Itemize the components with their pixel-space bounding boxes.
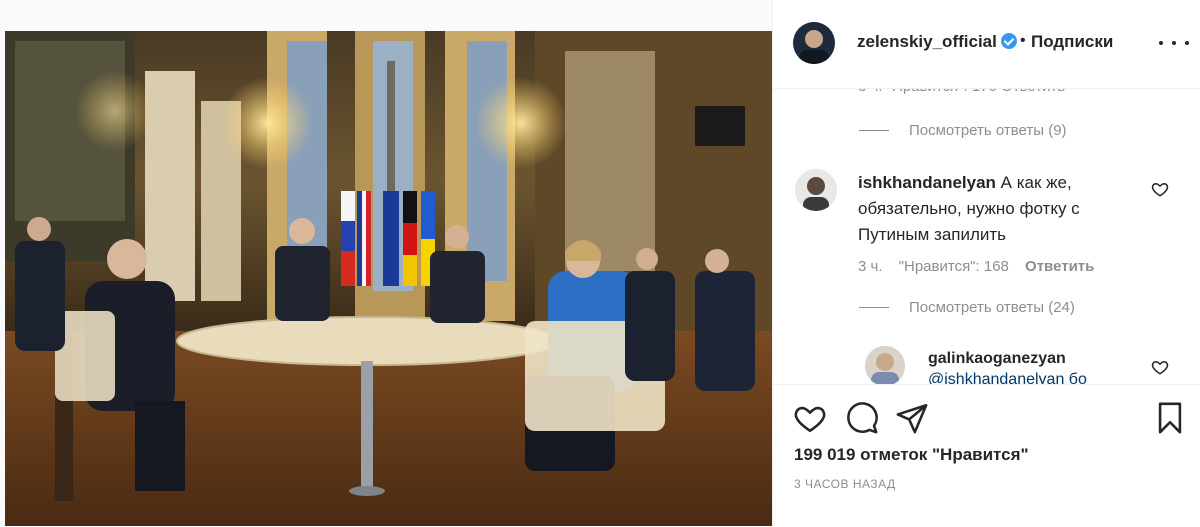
comment-username[interactable]: ishkhandanelyan xyxy=(858,173,996,192)
meeting-photo-illustration xyxy=(5,31,772,526)
reply-username[interactable]: galinkaoganezyan xyxy=(928,350,1066,368)
view-replies-button[interactable]: Посмотреть ответы (9) xyxy=(859,122,1067,139)
post-media-pane xyxy=(0,0,772,526)
divider-line xyxy=(859,130,889,131)
view-replies-label: Посмотреть ответы (24) xyxy=(909,299,1075,316)
dot xyxy=(1185,41,1189,45)
avatar[interactable] xyxy=(793,22,835,64)
post-header: zelenskiy_official • Подписки xyxy=(773,0,1200,89)
comment-likes-count[interactable]: "Нравится": 168 xyxy=(899,258,1009,275)
comment-icon[interactable] xyxy=(845,401,879,435)
verified-badge-icon xyxy=(1000,33,1017,49)
dot xyxy=(1159,41,1163,45)
more-options-icon[interactable] xyxy=(1159,28,1189,58)
reply-button[interactable]: Ответить xyxy=(1025,258,1094,275)
bookmark-icon[interactable] xyxy=(1153,401,1187,435)
user-avatar-icon xyxy=(795,169,837,211)
comment-like-heart-icon[interactable] xyxy=(1151,358,1169,376)
comment-time: 3 ч. xyxy=(858,258,883,275)
post-username[interactable]: zelenskiy_official xyxy=(857,32,997,51)
comment-body: ishkhandanelyan А как же, обязательно, н… xyxy=(858,170,1138,248)
divider-line xyxy=(859,307,889,308)
heart-icon[interactable] xyxy=(793,401,827,435)
post-actions: 199 019 отметок "Нравится" 3 ЧАСОВ НАЗАД xyxy=(773,384,1200,527)
comment-meta: 3 ч. "Нравится": 168 Ответить xyxy=(858,258,1106,275)
dot xyxy=(1172,41,1176,45)
avatar[interactable] xyxy=(865,346,905,384)
user-avatar-icon xyxy=(865,346,905,384)
comment-like-heart-icon[interactable] xyxy=(1151,180,1169,198)
avatar[interactable] xyxy=(795,169,837,211)
post-username-row: zelenskiy_official xyxy=(857,32,1017,52)
separator-dot: • xyxy=(1020,32,1026,49)
view-replies-label: Посмотреть ответы (9) xyxy=(909,122,1067,139)
reply-text[interactable]: @ishkhandanelyan бо xyxy=(928,371,1087,384)
following-button[interactable]: Подписки xyxy=(1031,32,1113,52)
share-icon[interactable] xyxy=(895,401,929,435)
profile-avatar-icon xyxy=(793,22,835,64)
post-timestamp[interactable]: 3 ЧАСОВ НАЗАД xyxy=(794,477,896,491)
likes-count[interactable]: 199 019 отметок "Нравится" xyxy=(794,445,1029,465)
post-sidebar: 3 ч. "Нравится": 176 Ответить Посмотреть… xyxy=(772,0,1200,527)
post-photo[interactable] xyxy=(5,31,772,526)
view-replies-button[interactable]: Посмотреть ответы (24) xyxy=(859,299,1075,316)
